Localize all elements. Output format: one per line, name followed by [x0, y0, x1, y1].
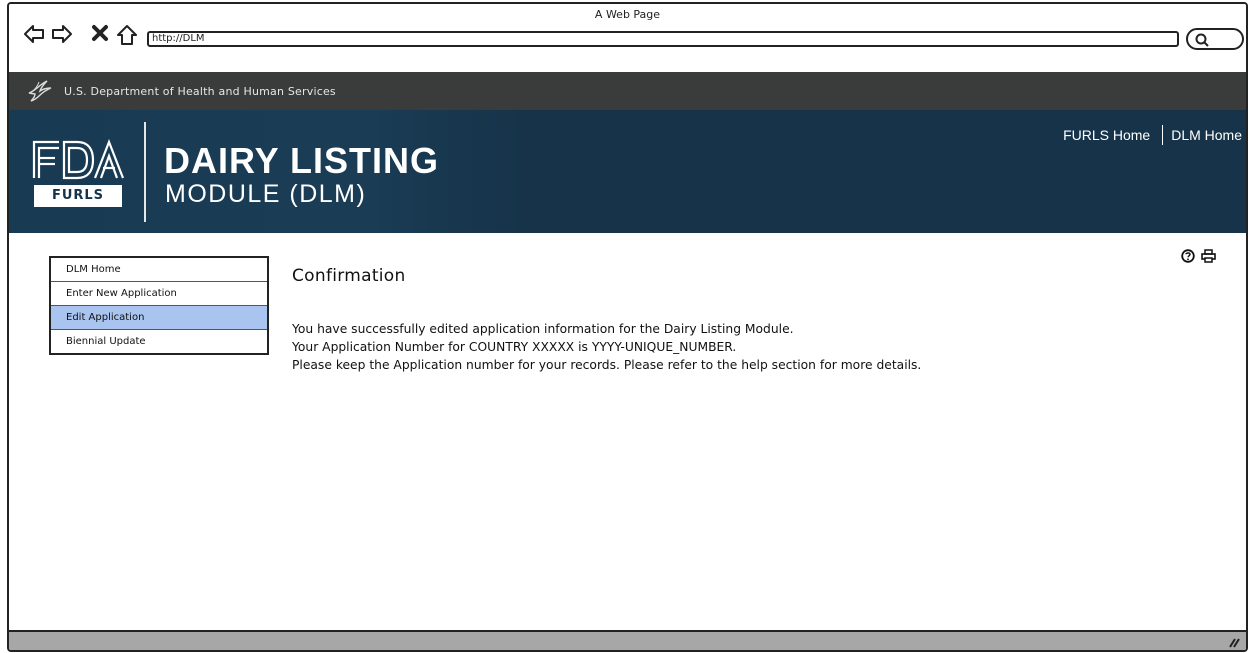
- forward-arrow-icon[interactable]: [51, 24, 73, 44]
- page-title: Confirmation: [292, 266, 406, 286]
- status-bar: [9, 630, 1246, 650]
- fda-logo-icon: [32, 138, 125, 180]
- fda-banner: FURLS DAIRY LISTING MODULE (DLM) FURLS H…: [9, 110, 1246, 233]
- browser-toolbar: A Web Page http://DLM: [9, 4, 1246, 67]
- confirmation-line: Your Application Number for COUNTRY XXXX…: [292, 340, 737, 354]
- close-x-icon[interactable]: [91, 24, 109, 42]
- address-bar[interactable]: http://DLM: [147, 31, 1179, 47]
- print-icon[interactable]: [1201, 249, 1216, 263]
- logo-divider: [144, 122, 146, 222]
- link-separator: [1162, 125, 1164, 145]
- home-icon[interactable]: [116, 24, 138, 46]
- sidebar-item-biennial-update[interactable]: Biennial Update: [51, 330, 267, 354]
- hhs-eagle-icon: [28, 80, 52, 102]
- confirmation-message: You have successfully edited application…: [292, 320, 921, 374]
- utility-icons: [1181, 249, 1216, 263]
- sidebar-item-dlm-home[interactable]: DLM Home: [51, 258, 267, 282]
- sidebar-item-enter-new-application[interactable]: Enter New Application: [51, 282, 267, 306]
- help-icon[interactable]: [1181, 249, 1195, 263]
- confirmation-line: You have successfully edited application…: [292, 322, 794, 336]
- module-title: DAIRY LISTING: [164, 140, 440, 181]
- back-arrow-icon[interactable]: [23, 24, 45, 44]
- search-icon: [1195, 33, 1209, 47]
- hhs-bar: U.S. Department of Health and Human Serv…: [9, 72, 1246, 110]
- side-nav: DLM Home Enter New Application Edit Appl…: [49, 256, 269, 355]
- top-nav: FURLS Home DLM Home: [1063, 125, 1242, 145]
- furls-badge: FURLS: [34, 185, 122, 207]
- window-title: A Web Page: [594, 8, 661, 21]
- dlm-home-link[interactable]: DLM Home: [1171, 127, 1242, 143]
- module-subtitle: MODULE (DLM): [165, 180, 367, 208]
- search-button[interactable]: [1186, 28, 1244, 50]
- furls-home-link[interactable]: FURLS Home: [1063, 127, 1150, 143]
- sidebar-item-edit-application[interactable]: Edit Application: [51, 306, 267, 330]
- hhs-label: U.S. Department of Health and Human Serv…: [64, 85, 336, 98]
- confirmation-line: Please keep the Application number for y…: [292, 358, 922, 372]
- resize-grip-icon[interactable]: [1226, 634, 1240, 648]
- browser-window: A Web Page http://DLM U.S. Department of…: [7, 2, 1248, 652]
